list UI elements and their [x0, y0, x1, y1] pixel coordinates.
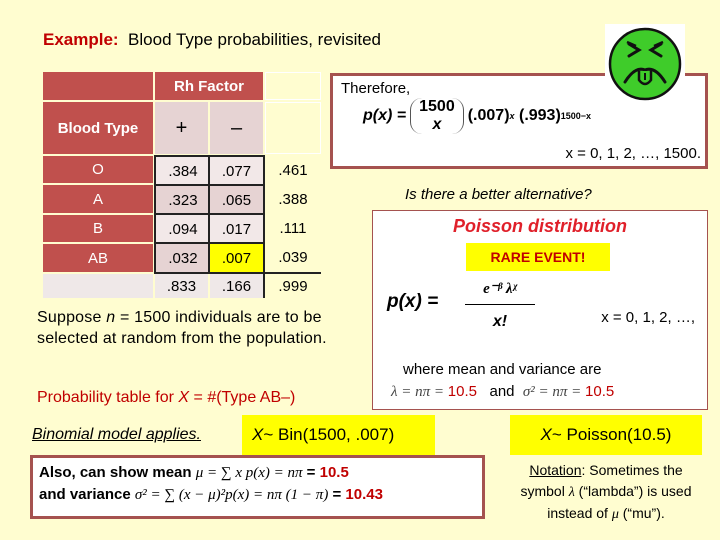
mean-value: 10.5: [319, 464, 349, 481]
mean-line: Also, can show mean μ = ∑ x p(x) = nπ = …: [39, 462, 476, 484]
sigma-expr: σ² = nπ =: [522, 384, 586, 400]
variance-line: and variance σ² = ∑ (x − μ)²p(x) = nπ (1…: [39, 484, 476, 506]
poisson-denominator: x!: [492, 313, 508, 330]
therefore-label: Therefore,: [341, 80, 411, 97]
table-empty-cell: [265, 72, 321, 100]
totals-label: [43, 274, 153, 298]
and-text: and: [489, 383, 515, 400]
binomial-applies-label: Binomial model applies: [32, 426, 197, 443]
probability-table-caption: Probability table for X = #(Type AB–): [37, 389, 295, 407]
row-label-ab: AB: [43, 244, 153, 272]
row-label-b: B: [43, 215, 153, 242]
binom-top: 1500: [419, 98, 455, 115]
cell-ab-plus: .032: [154, 242, 210, 274]
caption-part: Probability table for: [37, 389, 179, 406]
notation-text: (“mu”).: [618, 505, 665, 521]
blood-type-table: Rh Factor Blood Type + – O .384 .077 .46…: [43, 72, 323, 298]
lambda-expr: λ = nπ =: [391, 384, 448, 400]
table-empty-cell: [265, 102, 321, 154]
lambda-formula: λ = nπ = 10.5 and σ² = nπ = 10.5: [391, 383, 614, 401]
cell-o-plus: .384: [154, 155, 210, 185]
cell-a-plus: .323: [154, 184, 210, 214]
alternative-question: Is there a better alternative?: [405, 186, 592, 203]
cell-b-plus: .094: [154, 213, 210, 243]
rh-minus-header: –: [210, 102, 263, 154]
mean-formula: μ = ∑ x p(x) = nπ: [195, 465, 303, 481]
disgusted-face-icon: [605, 24, 685, 104]
poisson-fraction: e⁻ᵝ λᵡ x!: [465, 279, 535, 331]
cell-o-minus: .077: [208, 155, 265, 185]
notation-note: Notation: Sometimes the symbol λ (“lambd…: [506, 460, 706, 525]
row-label-o: O: [43, 156, 153, 183]
binomial-applies-text: Binomial model applies.: [32, 426, 201, 443]
poisson-distribution-highlight: X ~ Poisson(10.5): [510, 415, 702, 455]
notation-label: Notation: [529, 462, 582, 478]
variance-label: and variance: [39, 486, 135, 503]
cell-a-minus: .065: [208, 184, 265, 214]
total-grand: .999: [265, 274, 321, 298]
suppose-text: Suppose n = 1500 individuals are to be s…: [37, 307, 367, 349]
mu-symbol: μ: [611, 507, 619, 522]
binomial-range: x = 0, 1, 2, …, 1500.: [565, 145, 702, 162]
x-variable: X: [252, 425, 264, 444]
caption-part: = #(Type AB–): [189, 389, 296, 406]
variance-value: 10.43: [345, 486, 383, 503]
binomial-coefficient: 1500 x: [410, 98, 464, 134]
suppose-part: Suppose: [37, 309, 107, 326]
mean-variance-text: where mean and variance are: [403, 361, 602, 378]
cell-ab-total: .039: [265, 243, 321, 274]
total-minus: .166: [210, 274, 265, 298]
rare-event-badge: RARE EVENT!: [466, 243, 610, 271]
equals: =: [328, 486, 346, 503]
term-q: (.993): [518, 107, 561, 124]
rh-factor-header: Rh Factor: [155, 72, 263, 100]
poisson-numerator: e⁻ᵝ λᵡ: [465, 279, 535, 305]
title-text: Blood Type probabilities, revisited: [128, 30, 381, 49]
binomial-dist-text: ~ Bin(1500, .007): [263, 425, 395, 444]
poisson-title: Poisson distribution: [453, 216, 627, 236]
exp-q: 1500−x: [560, 111, 592, 121]
mean-label: Also, can show mean: [39, 464, 196, 481]
poisson-pmf-lhs: p(x) =: [387, 291, 439, 312]
rh-plus-header: +: [155, 102, 208, 154]
binomial-pmf: p(x) = 1500 x (.007) x (.993) 1500−x: [363, 98, 591, 134]
table-corner: [43, 72, 153, 100]
x-variable: X: [178, 389, 190, 406]
slide-title: Example: Blood Type probabilities, revis…: [43, 30, 381, 50]
cell-b-minus: .017: [208, 213, 265, 243]
pmf-lhs: p(x) =: [363, 107, 407, 124]
row-label-a: A: [43, 185, 153, 213]
cell-b-total: .111: [265, 215, 321, 242]
term-p: (.007): [467, 107, 510, 124]
equals: =: [302, 464, 320, 481]
lambda-value: 10.5: [447, 383, 477, 400]
binom-bottom: x: [432, 116, 442, 133]
cell-ab-minus: .007: [208, 242, 265, 274]
blood-type-header: Blood Type: [43, 102, 153, 154]
n-variable: n: [106, 309, 116, 326]
title-prefix: Example:: [43, 30, 119, 49]
mean-variance-box: Also, can show mean μ = ∑ x p(x) = nπ = …: [30, 455, 485, 519]
poisson-dist-text: ~ Poisson(10.5): [551, 425, 672, 444]
cell-a-total: .388: [265, 185, 321, 213]
cell-o-total: .461: [265, 156, 321, 184]
poisson-range: x = 0, 1, 2, …,: [601, 309, 695, 326]
binomial-distribution-highlight: X ~ Bin(1500, .007): [242, 415, 435, 455]
variance-formula: σ² = ∑ (x − μ)²p(x) = nπ (1 − π): [134, 487, 329, 503]
x-variable: X: [540, 425, 552, 444]
poisson-box: Poisson distribution RARE EVENT! p(x) = …: [372, 210, 708, 410]
exp-p: x: [509, 111, 515, 121]
sigma-value: 10.5: [585, 383, 615, 400]
total-plus: .833: [155, 274, 208, 298]
